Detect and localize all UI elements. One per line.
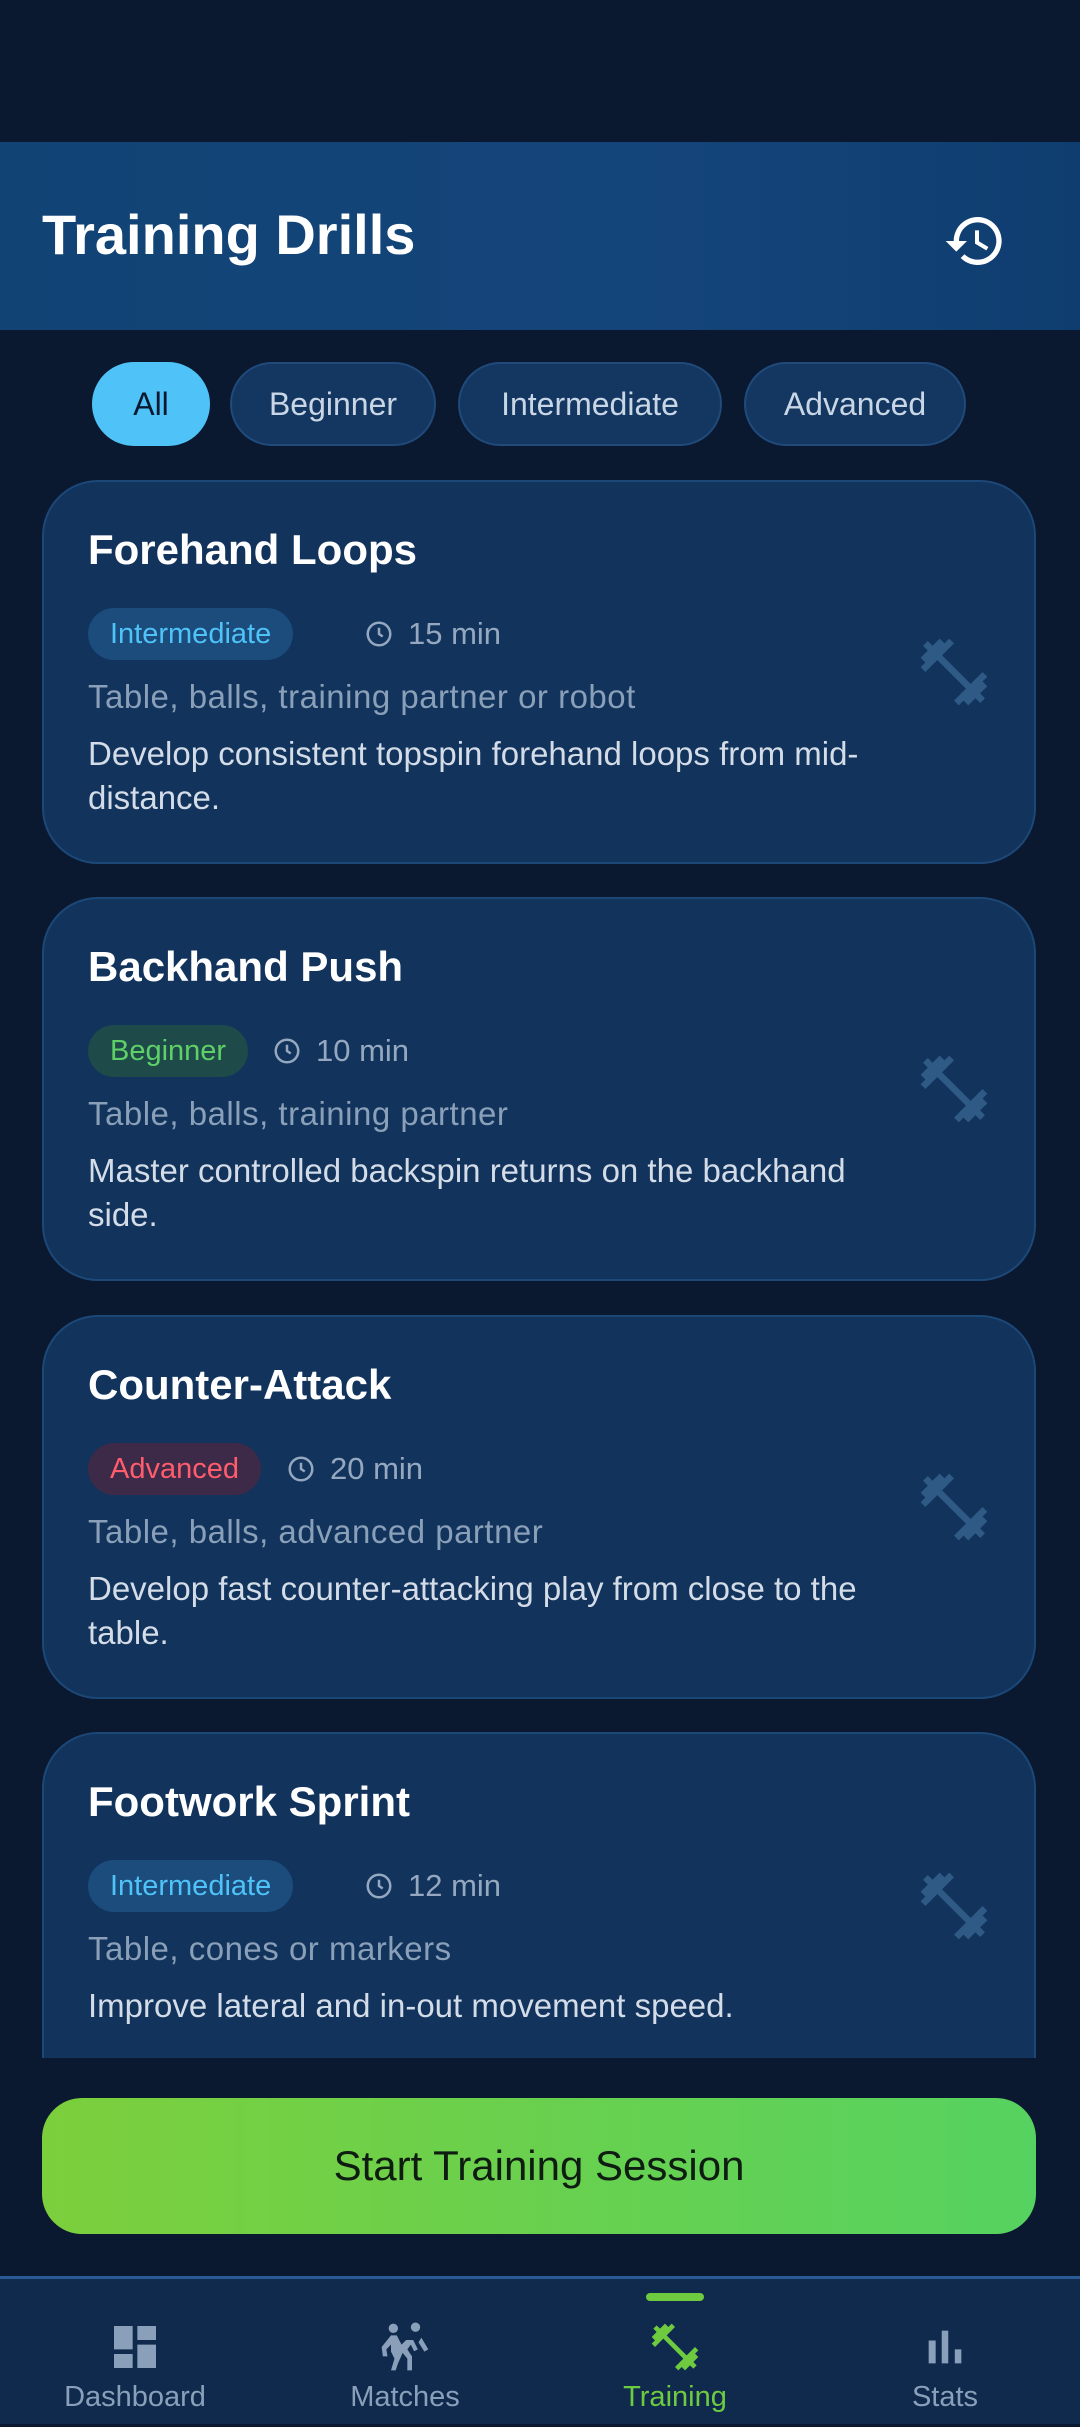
difficulty-badge: Intermediate	[88, 1860, 294, 1912]
filter-chip-intermediate[interactable]: Intermediate	[458, 362, 722, 446]
drill-name: Backhand Push	[88, 943, 404, 990]
nav-item-matches[interactable]: Matches	[270, 2279, 540, 2427]
filter-chip-all[interactable]: All	[92, 362, 210, 446]
active-tab-indicator	[646, 2293, 704, 2301]
drill-equipment: Table, balls, advanced partner	[88, 1513, 544, 1550]
drill-description: Develop consistent topspin forehand loop…	[88, 735, 859, 816]
page-title: Training Drills	[42, 203, 416, 266]
drill-description: Master controlled backspin returns on th…	[88, 1152, 846, 1233]
drill-equipment: Table, balls, training partner or robot	[88, 678, 636, 715]
duration-text: 10 min	[316, 1033, 410, 1068]
app-header: Training Drills	[0, 142, 1080, 330]
nav-item-dashboard[interactable]: Dashboard	[0, 2279, 270, 2427]
drill-duration: 15 min	[364, 608, 501, 660]
drill-equipment: Table, balls, training partner	[88, 1095, 509, 1132]
training-icon	[651, 2323, 699, 2371]
drill-card[interactable]: Counter-Attack Advanced 20 min Table, ba…	[42, 1315, 1036, 1699]
filter-chip-beginner[interactable]: Beginner	[230, 362, 436, 446]
drill-description: Develop fast counter-attacking play from…	[88, 1570, 857, 1651]
duration-text: 15 min	[408, 616, 502, 651]
matches-icon	[381, 2322, 429, 2371]
nav-label: Dashboard	[64, 2381, 206, 2413]
drill-name: Footwork Sprint	[88, 1778, 410, 1825]
difficulty-filter-bar: All Beginner Intermediate Advanced	[0, 362, 1080, 450]
clock-icon	[274, 1038, 300, 1064]
nav-item-stats[interactable]: Stats	[810, 2279, 1080, 2427]
drill-card[interactable]: Footwork Sprint Intermediate 12 min Tabl…	[42, 1732, 1036, 2058]
nav-label: Matches	[350, 2381, 460, 2413]
drill-name: Counter-Attack	[88, 1361, 392, 1408]
nav-item-training[interactable]: Training	[540, 2279, 810, 2427]
history-button[interactable]	[932, 198, 1018, 284]
drill-equipment: Table, cones or markers	[88, 1930, 452, 1967]
filter-chip-advanced[interactable]: Advanced	[744, 362, 966, 446]
difficulty-badge: Intermediate	[88, 608, 294, 660]
drill-duration: 20 min	[286, 1443, 423, 1495]
clock-icon	[288, 1456, 314, 1482]
nav-label: Training	[623, 2381, 727, 2413]
clock-icon	[366, 1873, 392, 1899]
dumbbell-icon	[920, 1872, 988, 1940]
drill-description: Improve lateral and in-out movement spee…	[88, 1987, 734, 2024]
history-icon	[945, 217, 1002, 265]
drill-duration: 12 min	[364, 1860, 501, 1912]
duration-text: 20 min	[330, 1451, 424, 1486]
drill-card[interactable]: Backhand Push Beginner 10 min Table, bal…	[42, 897, 1036, 1281]
dashboard-icon	[114, 2326, 156, 2368]
start-training-session-button[interactable]: Start Training Session	[42, 2098, 1036, 2234]
nav-label: Stats	[911, 2381, 979, 2413]
drill-card[interactable]: Forehand Loops Intermediate 15 min Table…	[42, 480, 1036, 864]
difficulty-badge: Advanced	[88, 1443, 261, 1495]
dumbbell-icon	[920, 1473, 988, 1541]
difficulty-badge: Beginner	[88, 1025, 249, 1077]
dumbbell-icon	[920, 638, 988, 706]
bottom-navigation: Dashboard Matches Training Stats	[0, 2276, 1080, 2424]
clock-icon	[366, 621, 392, 647]
drill-name: Forehand Loops	[88, 526, 417, 573]
duration-text: 12 min	[408, 1868, 502, 1903]
stats-icon	[928, 2330, 962, 2364]
dumbbell-icon	[920, 1055, 988, 1123]
drill-duration: 10 min	[272, 1025, 409, 1077]
